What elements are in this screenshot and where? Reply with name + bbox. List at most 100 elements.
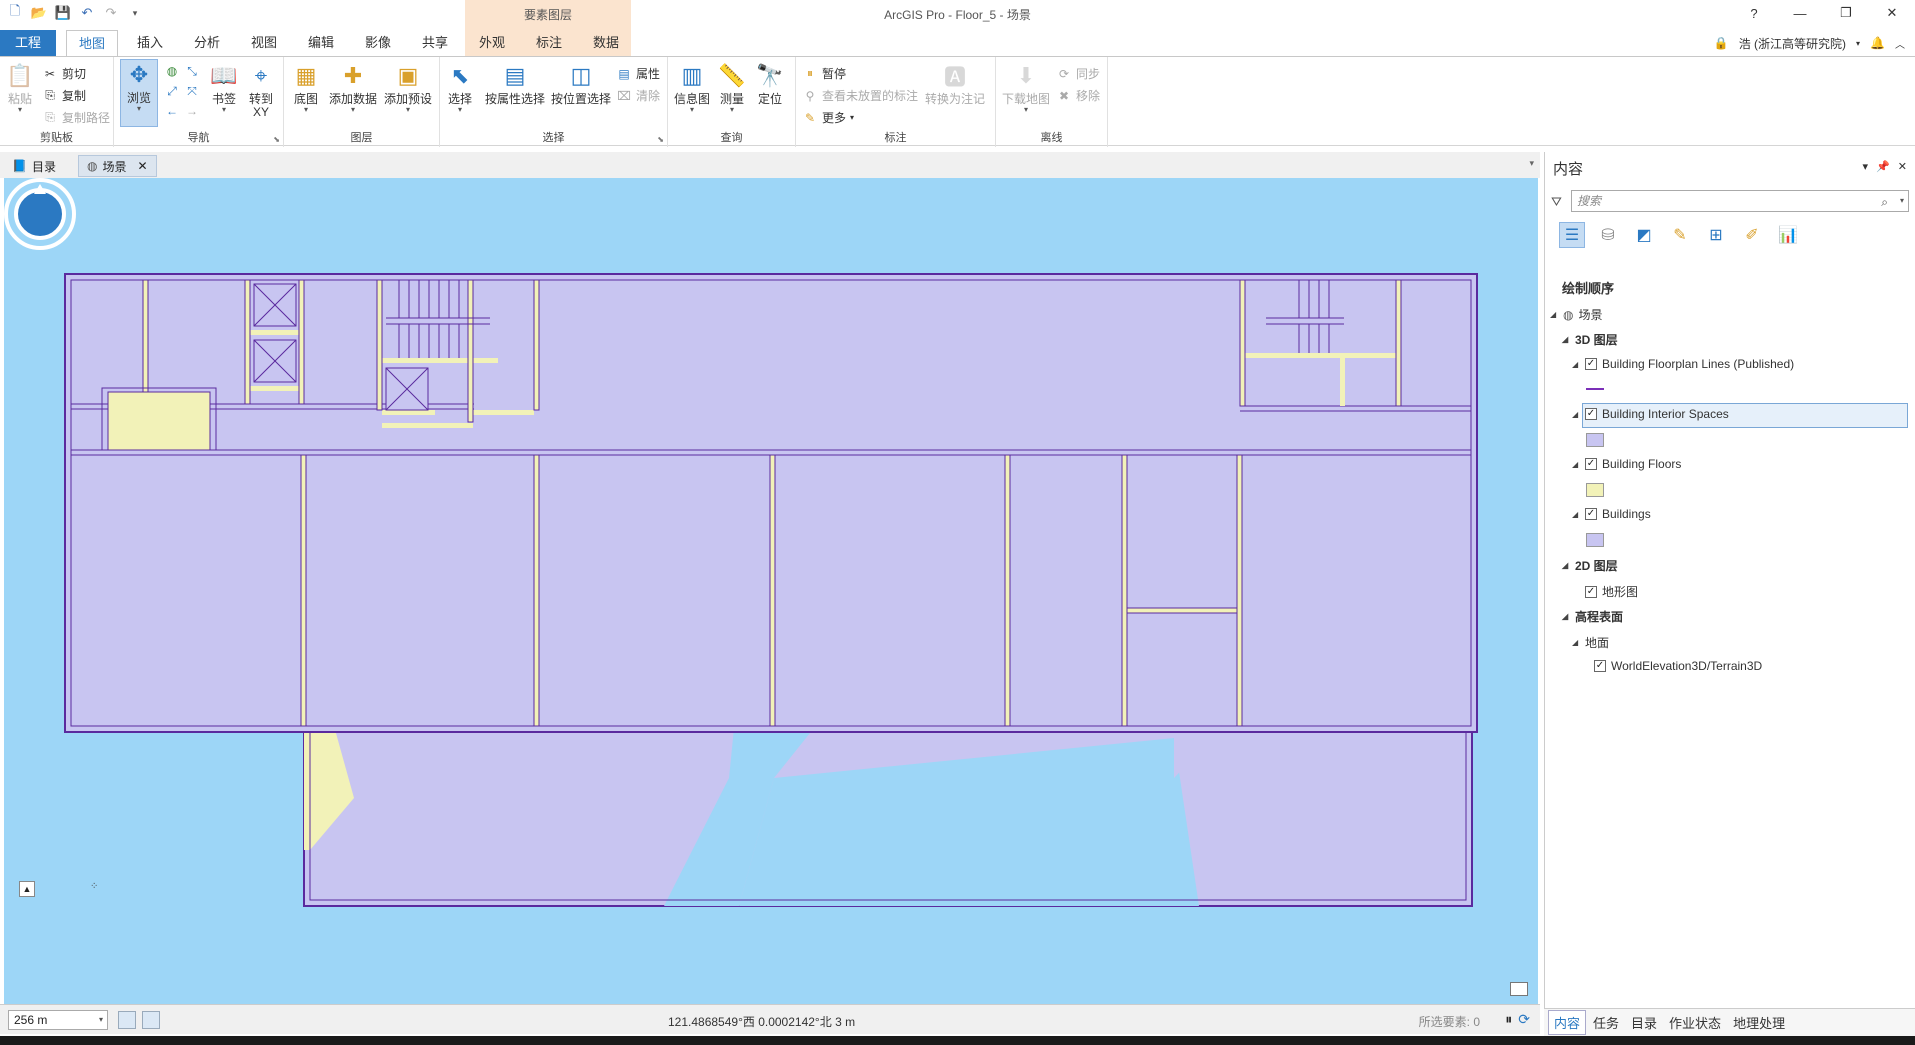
map-attribution-button[interactable] — [1510, 982, 1528, 996]
pause-labeling-button[interactable]: ⏸ 暂停 — [802, 65, 846, 82]
layer-building-floors[interactable]: ◢ ✓ Building Floors — [1572, 457, 1681, 471]
tab-labeling[interactable]: 标注 — [523, 30, 575, 56]
full-extent-button[interactable]: ◍ — [164, 63, 180, 79]
grid-icon[interactable] — [142, 1011, 160, 1029]
add-data-button[interactable]: ✚ 添加数据 ▾ — [328, 61, 378, 114]
selection-launcher-icon[interactable]: ⬊ — [657, 135, 664, 144]
view-unplaced-button[interactable]: ⚲ 查看未放置的标注 — [802, 87, 918, 104]
select-by-location-button[interactable]: ◫ 按位置选择 — [550, 61, 612, 106]
view-tabs-dropdown-icon[interactable]: ▾ — [1529, 158, 1534, 169]
layer-world-elevation[interactable]: ✓ WorldElevation3D/Terrain3D — [1594, 659, 1762, 673]
undo-icon[interactable]: ↶ — [78, 4, 96, 22]
restore-button[interactable]: ❐ — [1823, 0, 1869, 26]
paste-button[interactable]: 📋 粘贴 ▾ — [4, 61, 36, 114]
tab-catalog-view[interactable]: 📘 目录 — [4, 155, 64, 177]
expand-layer-icon[interactable]: ◢ — [1572, 410, 1580, 419]
layer-visibility-checkbox[interactable]: ✓ — [1585, 585, 1597, 598]
layer-visibility-checkbox[interactable]: ✓ — [1585, 508, 1597, 520]
snapping-icon[interactable] — [118, 1011, 136, 1029]
sync-button[interactable]: ⟳ 同步 — [1056, 65, 1100, 82]
collapse-ribbon-icon[interactable]: ︿ — [1895, 36, 1905, 51]
new-project-icon[interactable]: 🗋 — [6, 3, 24, 22]
remove-offline-button[interactable]: ✖ 移除 — [1056, 87, 1100, 104]
copy-path-button[interactable]: ⎘ 复制路径 — [42, 109, 110, 126]
search-dropdown-icon[interactable]: ▾ — [1900, 191, 1904, 211]
next-extent-button[interactable]: → — [184, 103, 200, 119]
infographic-button[interactable]: ▥ 信息图 ▾ — [674, 61, 710, 114]
expand-scene-icon[interactable]: ◢ — [1550, 310, 1558, 319]
tree-group-3d[interactable]: ◢ 3D 图层 — [1562, 331, 1618, 348]
snapping-view-icon[interactable]: ⊞ — [1703, 222, 1729, 248]
scale-selector[interactable]: 256 m ▾ — [8, 1010, 108, 1030]
attributes-button[interactable]: ▤ 属性 — [616, 65, 660, 82]
bottom-tab-geoprocessing[interactable]: 地理处理 — [1728, 1011, 1790, 1034]
chart-view-icon[interactable]: 📊 — [1775, 222, 1801, 248]
select-button[interactable]: ⬉ 选择 ▾ — [444, 61, 476, 114]
tab-insert[interactable]: 插入 — [124, 30, 176, 56]
convert-to-annotation-button[interactable]: 🅰 转换为注记 — [922, 61, 988, 106]
more-labeling-button[interactable]: ✎ 更多 ▾ — [802, 109, 854, 126]
locate-button[interactable]: 🔭 定位 — [754, 61, 786, 106]
bottom-tab-catalog[interactable]: 目录 — [1626, 1011, 1662, 1034]
expand-ground-icon[interactable]: ◢ — [1572, 638, 1580, 647]
layer-visibility-checkbox[interactable]: ✓ — [1585, 408, 1597, 420]
drawing-order-icon[interactable]: ☰ — [1559, 222, 1585, 248]
previous-extent-button[interactable]: ← — [164, 103, 180, 119]
tab-appearance[interactable]: 外观 — [466, 30, 518, 56]
tab-project[interactable]: 工程 — [0, 30, 56, 56]
help-button[interactable]: ? — [1731, 0, 1777, 26]
editing-view-icon[interactable]: ✎ — [1667, 222, 1693, 248]
basemap-button[interactable]: ▦ 底图 ▾ — [290, 61, 322, 114]
layer-visibility-checkbox[interactable]: ✓ — [1585, 458, 1597, 470]
close-button[interactable]: ✕ — [1869, 0, 1915, 26]
data-source-icon[interactable]: ⛁ — [1595, 222, 1621, 248]
bookmarks-button[interactable]: 📖 书签 ▾ — [208, 61, 240, 114]
scene-map-view[interactable]: ▲ ⁘ — [4, 178, 1538, 1004]
measure-button[interactable]: 📏 测量 ▾ — [716, 61, 748, 114]
select-by-attributes-button[interactable]: ▤ 按属性选择 — [484, 61, 546, 106]
explore-button[interactable]: ✥ 浏览 ▾ — [120, 59, 158, 127]
layer-interior-spaces[interactable]: ◢ ✓ Building Interior Spaces — [1572, 407, 1729, 421]
tab-map[interactable]: 地图 — [66, 30, 118, 56]
redo-icon[interactable]: ↷ — [102, 4, 120, 22]
add-preset-button[interactable]: ▣ 添加预设 ▾ — [383, 61, 433, 114]
expand-layer-icon[interactable]: ◢ — [1572, 510, 1580, 519]
contents-search-input[interactable]: 搜索 ⌕ ▾ — [1571, 190, 1909, 212]
pane-close-icon[interactable]: ✕ — [1898, 160, 1907, 173]
clear-selection-button[interactable]: ⌧ 清除 — [616, 87, 660, 104]
fixed-zoom-out-button[interactable]: ⤢ — [164, 83, 180, 99]
overview-toggle-button[interactable]: ▲ — [19, 881, 35, 897]
cut-button[interactable]: ✂ 剪切 — [42, 65, 86, 82]
expand-3d-icon[interactable]: ◢ — [1562, 335, 1570, 344]
navigator-control[interactable] — [4, 178, 76, 250]
expand-layer-icon[interactable]: ◢ — [1572, 360, 1580, 369]
open-project-icon[interactable]: 📂 — [30, 4, 48, 22]
minimize-button[interactable]: — — [1777, 0, 1823, 26]
bottom-tab-tasks[interactable]: 任务 — [1588, 1011, 1624, 1034]
pin-icon[interactable]: 📌 — [1876, 160, 1890, 173]
tree-scene[interactable]: ◢ ◍ 场景 — [1550, 306, 1603, 323]
tab-data[interactable]: 数据 — [580, 30, 632, 56]
user-name[interactable]: 浩 (浙江高等研究院) — [1739, 35, 1846, 52]
copy-button[interactable]: ⎘ 复制 — [42, 87, 86, 104]
customize-qat-icon[interactable]: ▾ — [126, 4, 144, 22]
save-icon[interactable]: 💾 — [54, 4, 72, 22]
tree-elevation-surfaces[interactable]: ◢ 高程表面 — [1562, 608, 1623, 625]
tab-share[interactable]: 共享 — [409, 30, 461, 56]
tree-ground[interactable]: ◢ 地面 — [1572, 634, 1609, 651]
pause-drawing-icon[interactable]: ⏸ — [1505, 1011, 1512, 1028]
tab-scene-view[interactable]: ◍ 场景 ✕ — [78, 155, 157, 177]
layer-visibility-checkbox[interactable]: ✓ — [1585, 358, 1597, 370]
expand-2d-icon[interactable]: ◢ — [1562, 561, 1570, 570]
tab-view[interactable]: 视图 — [238, 30, 290, 56]
labeling-view-icon[interactable]: ✐ — [1739, 222, 1765, 248]
download-map-button[interactable]: ⬇ 下载地图 ▾ — [1000, 61, 1052, 114]
extent-button[interactable]: ⤧ — [184, 83, 200, 99]
filter-icon[interactable]: ⛛ — [1551, 194, 1562, 210]
pane-menu-icon[interactable]: ▾ — [1863, 160, 1869, 173]
refresh-icon[interactable]: ⟳ — [1518, 1011, 1530, 1028]
bottom-tab-contents[interactable]: 内容 — [1548, 1010, 1587, 1035]
expand-elevation-icon[interactable]: ◢ — [1562, 612, 1570, 621]
fixed-zoom-button[interactable]: ⤡ — [184, 63, 200, 79]
notification-bell-icon[interactable]: 🔔 — [1870, 36, 1885, 50]
